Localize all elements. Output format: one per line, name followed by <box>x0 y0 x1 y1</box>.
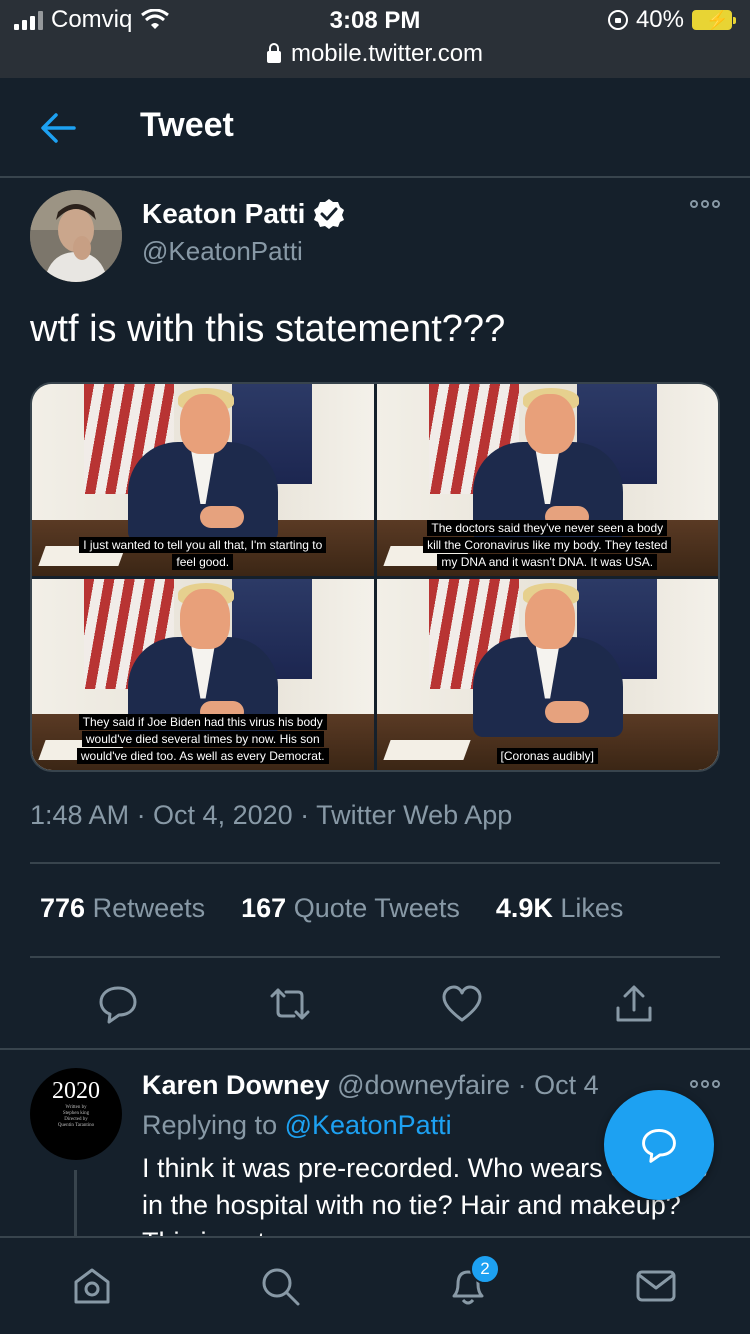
reply-header[interactable]: Karen Downey @downeyfaire · Oct 4 <box>142 1070 599 1101</box>
media-image-3[interactable]: They said if Joe Biden had this virus hi… <box>32 578 374 770</box>
reply-author-meta[interactable]: @downeyfaire · Oct 4 <box>337 1070 599 1100</box>
replying-to: Replying to @KeatonPatti <box>142 1110 452 1140</box>
tweet-media-grid[interactable]: I just wanted to tell you all that, I'm … <box>30 382 720 772</box>
video-caption: The doctors said they've never seen a bo… <box>377 519 719 570</box>
video-caption: I just wanted to tell you all that, I'm … <box>32 536 374 570</box>
reply-author-name[interactable]: Karen Downey <box>142 1070 330 1100</box>
thread-line <box>74 1170 77 1240</box>
divider <box>30 956 720 958</box>
browser-status-bar: Comviq 3:08 PM 40% ⚡ mobile.twitter.com <box>0 0 750 78</box>
notifications-badge: 2 <box>470 1254 500 1284</box>
share-icon[interactable] <box>612 982 656 1026</box>
compose-reply-button[interactable] <box>604 1090 714 1200</box>
video-caption: They said if Joe Biden had this virus hi… <box>32 714 374 764</box>
reply-more-options-icon[interactable] <box>690 1080 720 1088</box>
messages-envelope-icon[interactable] <box>634 1264 678 1308</box>
verified-badge-icon <box>314 199 345 229</box>
tweet-actions <box>0 982 750 1032</box>
more-options-icon[interactable] <box>690 200 720 208</box>
url-text: mobile.twitter.com <box>290 40 484 67</box>
tweet-text: wtf is with this statement??? <box>30 308 506 350</box>
author-avatar[interactable] <box>30 190 122 282</box>
tweet-timestamp[interactable]: 1:48 AM · Oct 4, 2020 · Twitter Web App <box>30 800 512 831</box>
reply-icon[interactable] <box>96 982 140 1026</box>
home-icon[interactable] <box>70 1264 114 1308</box>
retweet-icon[interactable] <box>268 982 312 1026</box>
address-bar[interactable]: mobile.twitter.com <box>0 40 750 68</box>
retweets-stat[interactable]: 776 Retweets <box>40 893 205 924</box>
page-title: Tweet <box>140 106 234 144</box>
divider <box>30 862 720 864</box>
media-image-4[interactable]: [Coronas audibly] <box>376 578 719 770</box>
media-image-1[interactable]: I just wanted to tell you all that, I'm … <box>32 384 374 576</box>
replying-to-handle-link[interactable]: @KeatonPatti <box>285 1110 452 1140</box>
lock-icon <box>266 43 281 63</box>
section-divider <box>0 1048 750 1050</box>
likes-stat[interactable]: 4.9K Likes <box>496 893 624 924</box>
rotation-lock-icon <box>607 10 628 30</box>
media-image-2[interactable]: The doctors said they've never seen a bo… <box>376 384 719 576</box>
author-handle[interactable]: @KeatonPatti <box>142 236 303 267</box>
author-name[interactable]: Keaton Patti <box>142 198 345 230</box>
battery-percent: 40% <box>635 6 684 33</box>
quote-tweets-stat[interactable]: 167 Quote Tweets <box>241 893 460 924</box>
reply-author-avatar[interactable]: 2020 Written by Stephen king Directed by… <box>30 1068 122 1160</box>
reply-bubble-icon <box>642 1129 676 1163</box>
bottom-navigation: 2 <box>0 1236 750 1334</box>
video-caption: [Coronas audibly] <box>377 748 719 764</box>
battery-charging-icon: ⚡ <box>692 10 736 30</box>
back-arrow-icon[interactable] <box>36 108 80 148</box>
page-header: Tweet <box>0 78 750 178</box>
like-heart-icon[interactable] <box>440 982 484 1026</box>
search-icon[interactable] <box>258 1264 302 1308</box>
tweet-stats: 776 Retweets 167 Quote Tweets 4.9K Likes <box>40 893 623 924</box>
